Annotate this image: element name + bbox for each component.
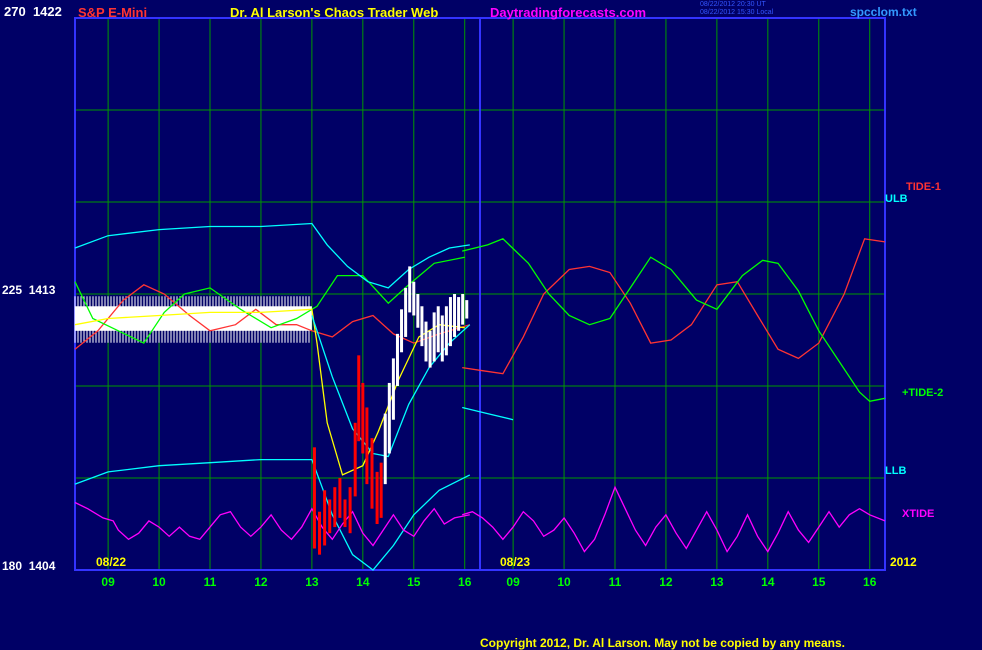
price-bar-red [338, 478, 342, 518]
symbol-title: S&P E-Mini [78, 5, 148, 20]
series-label-tide-1: TIDE-1 [906, 181, 941, 193]
series-line-5 [74, 458, 471, 571]
price-bar-white [412, 281, 416, 316]
x-tick-label: 10 [557, 575, 571, 589]
price-bar-white [465, 300, 469, 319]
x-tick-label: 15 [812, 575, 826, 589]
price-bar-white [420, 306, 424, 347]
x-tick-label: 14 [356, 575, 370, 589]
price-bar-white [457, 297, 461, 331]
x-tick-label: 12 [659, 575, 673, 589]
y-top-label: 270 1422 [4, 4, 62, 19]
copyright: Copyright 2012, Dr. Al Larson. May not b… [480, 636, 845, 650]
site-link[interactable]: Daytradingforecasts.com [490, 5, 646, 20]
price-bar-red [353, 422, 357, 497]
series-line-3 [462, 238, 886, 403]
price-bar-white [404, 287, 408, 337]
day-label-1: 08/22 [96, 555, 127, 569]
x-tick-label: 15 [407, 575, 421, 589]
price-bar-white [436, 306, 440, 353]
timestamp-ut: 08/22/2012 20:30 UT [700, 1, 766, 8]
price-bar-red [333, 487, 337, 528]
price-bar-white [387, 382, 391, 454]
price-bar-white [461, 294, 465, 325]
series-label-llb: LLB [885, 465, 907, 477]
price-bar-red [365, 407, 369, 485]
filename-label: spcclom.txt [850, 5, 917, 19]
series-line-9 [462, 485, 886, 553]
x-tick-label: 12 [254, 575, 268, 589]
price-bar-white [448, 297, 452, 347]
x-tick-label: 11 [608, 575, 622, 589]
day-label-2: 08/23 [500, 555, 531, 569]
price-bar-white [395, 333, 399, 386]
series-line-1 [462, 238, 886, 375]
x-tick-label: 13 [305, 575, 319, 589]
price-bar-red [343, 499, 347, 528]
price-bar-white [408, 266, 412, 313]
timestamp-local: 08/22/2012 15:30 Local [700, 9, 774, 16]
price-bar-red [328, 499, 332, 534]
price-bar-white [400, 309, 404, 353]
series-label-tide-2: +TIDE-2 [902, 387, 944, 399]
series-line-8 [74, 501, 470, 547]
x-tick-label: 14 [761, 575, 775, 589]
price-bar-white [424, 321, 428, 362]
x-tick-label: 09 [506, 575, 520, 589]
y-mid-label: 225 1413 [2, 283, 56, 297]
x-tick-label: 13 [710, 575, 724, 589]
x-tick-label: 09 [101, 575, 115, 589]
price-bar-red [323, 490, 327, 546]
price-bar-red [375, 471, 379, 524]
x-tick-label: 16 [458, 575, 472, 589]
year-label: 2012 [890, 555, 917, 569]
price-bar-white [432, 312, 436, 362]
price-bar-white [383, 413, 387, 485]
price-bar-white [391, 358, 395, 420]
x-tick-label: 11 [203, 575, 217, 589]
price-bar-red [318, 511, 322, 555]
price-bar-white [444, 306, 448, 356]
price-bar-red [361, 382, 365, 454]
price-bar-white [428, 330, 432, 368]
x-tick-label: 10 [152, 575, 166, 589]
y-bottom-label: 180 1404 [2, 559, 56, 573]
price-bar-red [379, 462, 383, 518]
price-bar-white [416, 294, 420, 328]
price-bar-red [348, 487, 352, 534]
series-line-llb-day2 [462, 406, 514, 421]
price-bar-white [453, 294, 457, 337]
price-bar-red [370, 438, 374, 509]
price-bar-red [357, 355, 361, 442]
series-label-xtide: XTIDE [902, 508, 935, 520]
author-title: Dr. Al Larson's Chaos Trader Web [230, 5, 439, 20]
price-bar-white [440, 315, 444, 362]
chart-canvas [74, 17, 886, 571]
price-bar-red [312, 447, 316, 549]
x-tick-label: 16 [863, 575, 877, 589]
series-label-ulb: ULB [885, 193, 908, 205]
